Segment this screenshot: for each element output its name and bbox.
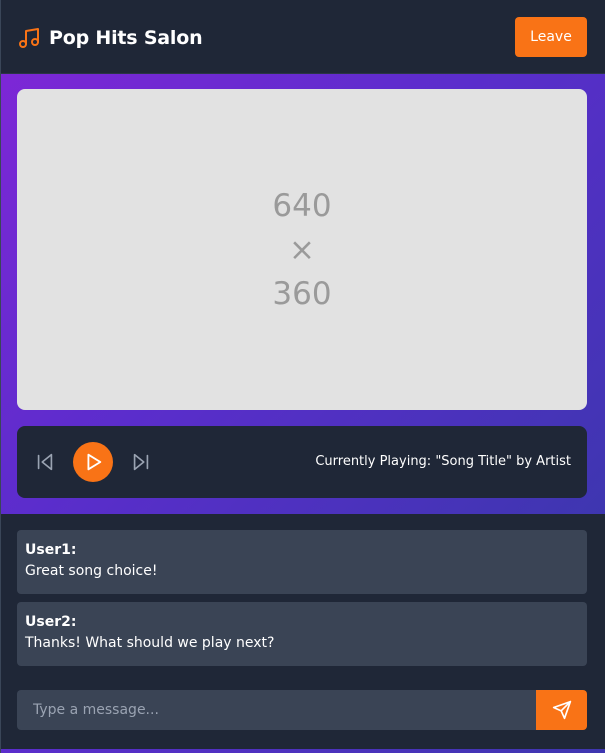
placeholder-times: × [289,231,315,268]
message-composer [17,690,587,730]
previous-button[interactable] [33,450,57,474]
send-icon [552,700,571,720]
brand: Pop Hits Salon [17,24,203,52]
app-window: Pop Hits Salon Leave 640 × 360 Currently… [0,0,605,753]
player-controls: Currently Playing: "Song Title" by Artis… [17,426,587,498]
chat-message: User2: Thanks! What should we play next? [17,602,587,666]
skip-forward-icon [133,453,149,471]
message-input[interactable] [17,690,536,730]
page-title: Pop Hits Salon [49,27,203,49]
bottom-gradient-strip [1,749,605,753]
video-placeholder: 640 × 360 [272,184,331,316]
chat-message: User1: Great song choice! [17,530,587,594]
message-user: User1: [25,542,77,558]
play-button[interactable] [73,442,113,482]
send-button[interactable] [536,690,587,730]
music-note-icon [19,28,39,48]
leave-button[interactable]: Leave [515,17,587,57]
placeholder-height: 360 [272,275,332,312]
message-text: Thanks! What should we play next? [25,635,275,651]
header: Pop Hits Salon Leave [1,0,605,74]
next-button[interactable] [129,450,153,474]
placeholder-width: 640 [272,187,332,224]
message-user: User2: [25,614,77,630]
video-player[interactable]: 640 × 360 [17,89,587,410]
now-playing-text: Currently Playing: "Song Title" by Artis… [315,454,571,469]
message-text: Great song choice! [25,563,158,579]
skip-back-icon [37,453,53,471]
play-icon [87,453,102,471]
player-section: 640 × 360 Currently Playing: "Song Title… [1,74,605,514]
chat-panel: User1: Great song choice! User2: Thanks!… [1,514,605,753]
